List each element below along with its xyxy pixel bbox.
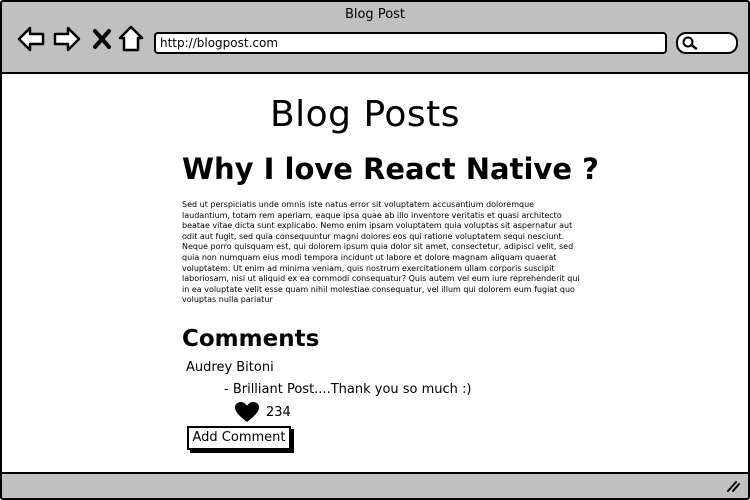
home-icon[interactable] (118, 24, 144, 54)
forward-icon[interactable] (52, 24, 82, 54)
back-icon[interactable] (16, 24, 46, 54)
search-field[interactable] (676, 32, 738, 54)
comment-text: - Brilliant Post....Thank you so much :) (224, 382, 472, 397)
add-comment-button[interactable]: Add Comment (187, 426, 291, 450)
status-bar (2, 472, 748, 498)
comment-author: Audrey Bitoni (186, 360, 274, 375)
like-control: 234 (234, 401, 291, 423)
resize-grip-icon[interactable] (724, 479, 740, 493)
page-content: Blog Posts Why I love React Native ? Sed… (2, 74, 748, 472)
search-icon (682, 36, 698, 50)
post-title: Why I love React Native ? (182, 152, 599, 186)
browser-chrome: Blog Post http://blogpost.com (2, 2, 748, 74)
close-icon[interactable] (92, 24, 112, 54)
address-bar[interactable]: http://blogpost.com (154, 32, 667, 54)
comments-heading: Comments (182, 326, 320, 352)
like-count: 234 (266, 404, 291, 420)
browser-window: Blog Post http://blogpost.com Blog Posts… (0, 0, 750, 500)
heart-icon[interactable] (234, 401, 260, 423)
post-body: Sed ut perspiciatis unde omnis iste natu… (182, 200, 580, 305)
page-heading: Blog Posts (269, 94, 461, 135)
window-title: Blog Post (344, 7, 406, 22)
